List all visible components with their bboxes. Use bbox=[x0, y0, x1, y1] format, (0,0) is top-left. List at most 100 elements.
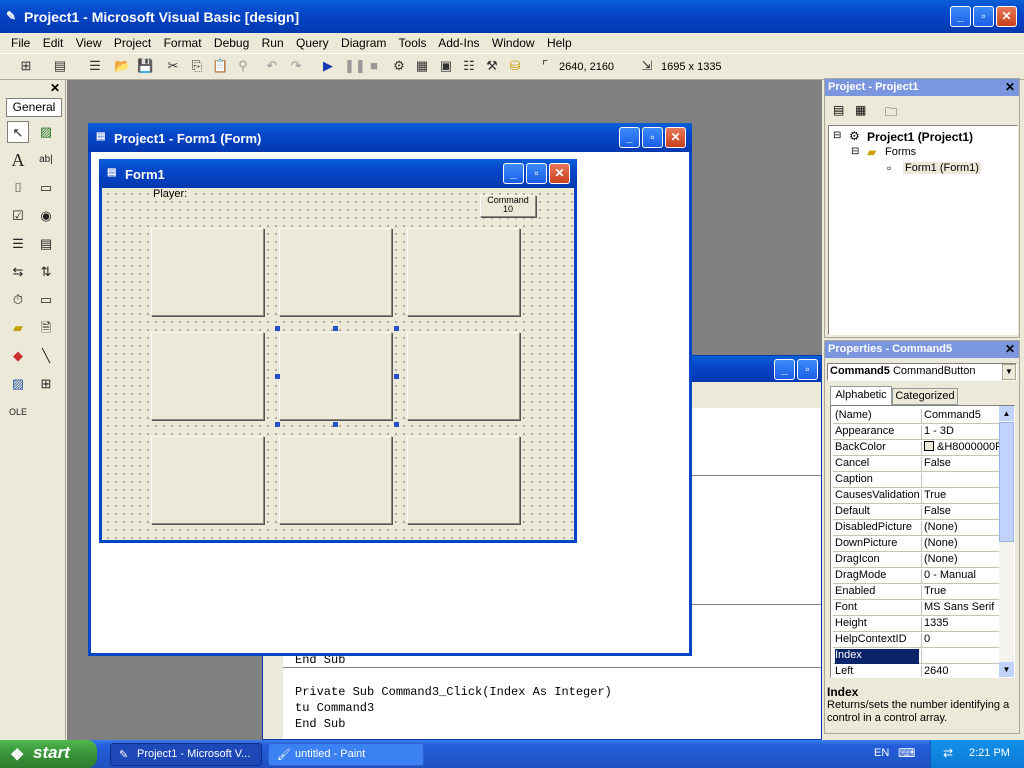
add-form-icon[interactable]: ▤ bbox=[52, 58, 68, 74]
data-icon[interactable]: ⊞ bbox=[35, 373, 57, 395]
property-value[interactable]: (None) bbox=[921, 537, 999, 552]
property-row[interactable]: BackColor &H8000000F bbox=[833, 440, 999, 456]
property-row[interactable]: Index bbox=[833, 648, 999, 664]
project-root[interactable]: Project1 (Project1) bbox=[867, 130, 973, 144]
form-designer-maximize-button[interactable]: ▫ bbox=[642, 127, 663, 148]
resize-handle[interactable] bbox=[275, 326, 280, 331]
save-icon[interactable]: 💾 bbox=[137, 58, 153, 74]
drivelistbox-icon[interactable]: ▭ bbox=[35, 289, 57, 311]
resize-handle[interactable] bbox=[394, 422, 399, 427]
menu-addins[interactable]: Add-Ins bbox=[438, 36, 479, 50]
grid-button-1[interactable] bbox=[151, 228, 264, 316]
property-row[interactable]: Default False bbox=[833, 504, 999, 520]
property-value[interactable]: 0 - Manual bbox=[921, 569, 999, 584]
form-designer-minimize-button[interactable]: _ bbox=[619, 127, 640, 148]
form1-close-button[interactable]: ✕ bbox=[549, 163, 570, 184]
grid-button-7[interactable] bbox=[151, 436, 264, 524]
combobox-icon[interactable]: ☰ bbox=[7, 233, 29, 255]
toolbox-tab-general[interactable]: General bbox=[6, 98, 62, 117]
menu-debug[interactable]: Debug bbox=[214, 36, 249, 50]
resize-handle[interactable] bbox=[333, 422, 338, 427]
view-code-icon[interactable]: ▤ bbox=[833, 103, 844, 117]
redo-icon[interactable]: ↷ bbox=[288, 58, 304, 74]
property-row[interactable]: Cancel False bbox=[833, 456, 999, 472]
break-icon[interactable]: ❚❚ bbox=[344, 58, 366, 74]
filelistbox-icon[interactable]: 🗎 bbox=[35, 317, 57, 339]
player-label[interactable]: Player: bbox=[151, 188, 190, 200]
menu-window[interactable]: Window bbox=[492, 36, 535, 50]
property-value[interactable]: (None) bbox=[921, 553, 999, 568]
chevron-down-icon[interactable]: ▼ bbox=[1002, 364, 1016, 380]
menu-diagram[interactable]: Diagram bbox=[341, 36, 386, 50]
property-value[interactable]: 1 - 3D bbox=[921, 425, 999, 440]
menu-format[interactable]: Format bbox=[164, 36, 202, 50]
ole-icon[interactable]: OLE bbox=[7, 401, 29, 423]
command10-button[interactable]: Command 10 bbox=[480, 195, 536, 217]
language-indicator[interactable]: EN bbox=[874, 747, 889, 759]
property-row[interactable]: Caption bbox=[833, 472, 999, 488]
property-row[interactable]: Height 1335 bbox=[833, 616, 999, 632]
listbox-icon[interactable]: ▤ bbox=[35, 233, 57, 255]
picturebox-icon[interactable]: ▨ bbox=[35, 121, 57, 143]
property-scrollbar[interactable]: ▲ ▼ bbox=[999, 406, 1014, 677]
menu-view[interactable]: View bbox=[76, 36, 102, 50]
find-icon[interactable]: ⚲ bbox=[235, 58, 251, 74]
frame-icon[interactable]: ⌷ bbox=[7, 177, 29, 199]
property-value[interactable] bbox=[921, 473, 999, 488]
tab-alphabetic[interactable]: Alphabetic bbox=[830, 386, 892, 405]
menu-help[interactable]: Help bbox=[547, 36, 572, 50]
property-row[interactable]: DragIcon (None) bbox=[833, 552, 999, 568]
project-explorer-icon[interactable]: ⚙ bbox=[391, 58, 407, 74]
start-icon[interactable]: ▶ bbox=[320, 58, 336, 74]
property-row[interactable]: Enabled True bbox=[833, 584, 999, 600]
forms-folder[interactable]: Forms bbox=[885, 146, 916, 158]
property-value[interactable]: 0 bbox=[921, 633, 999, 648]
paste-icon[interactable]: 📋 bbox=[212, 58, 228, 74]
property-value[interactable] bbox=[921, 649, 999, 664]
network-icon[interactable]: ⇄ bbox=[943, 746, 953, 760]
property-value[interactable]: 2640 bbox=[921, 665, 999, 677]
properties-window-icon[interactable]: ▦ bbox=[414, 58, 430, 74]
add-project-icon[interactable]: ⊞ bbox=[18, 58, 34, 74]
shape-icon[interactable]: ◆ bbox=[7, 345, 29, 367]
toolbox-close-icon[interactable]: ✕ bbox=[48, 81, 62, 95]
collapse-icon[interactable]: ⊟ bbox=[833, 130, 841, 141]
cut-icon[interactable]: ✂ bbox=[165, 58, 181, 74]
label-icon[interactable]: A bbox=[7, 149, 29, 171]
property-row[interactable]: DisabledPicture (None) bbox=[833, 520, 999, 536]
property-row[interactable]: DragMode 0 - Manual bbox=[833, 568, 999, 584]
form-layout-icon[interactable]: ▣ bbox=[438, 58, 454, 74]
grid-button-2[interactable] bbox=[279, 228, 392, 316]
scroll-thumb[interactable] bbox=[999, 422, 1014, 542]
copy-icon[interactable]: ⎘ bbox=[189, 58, 205, 74]
form1-maximize-button[interactable]: ▫ bbox=[526, 163, 547, 184]
property-value[interactable]: False bbox=[921, 505, 999, 520]
undo-icon[interactable]: ↶ bbox=[264, 58, 280, 74]
resize-handle[interactable] bbox=[394, 374, 399, 379]
vscrollbar-icon[interactable]: ⇅ bbox=[35, 261, 57, 283]
code-minimize-button[interactable]: _ bbox=[774, 359, 795, 380]
property-row[interactable]: (Name) Command5 bbox=[833, 408, 999, 424]
properties-close-icon[interactable]: ✕ bbox=[1005, 342, 1015, 356]
scroll-up-icon[interactable]: ▲ bbox=[999, 406, 1014, 421]
tab-categorized[interactable]: Categorized bbox=[892, 388, 958, 405]
object-browser-icon[interactable]: ☷ bbox=[461, 58, 477, 74]
taskbar-item-paint[interactable]: 🖌 untitled - Paint bbox=[268, 743, 424, 766]
hscrollbar-icon[interactable]: ⇆ bbox=[7, 261, 29, 283]
resize-handle[interactable] bbox=[275, 422, 280, 427]
project-explorer-close-icon[interactable]: ✕ bbox=[1005, 80, 1015, 94]
pointer-icon[interactable]: ↖ bbox=[7, 121, 29, 143]
property-row[interactable]: CausesValidation True bbox=[833, 488, 999, 504]
property-value[interactable]: Command5 bbox=[921, 409, 999, 424]
form1-canvas[interactable]: Player: Command 10 bbox=[102, 188, 574, 540]
property-value[interactable]: True bbox=[921, 585, 999, 600]
code-maximize-button[interactable]: ▫ bbox=[797, 359, 818, 380]
resize-handle[interactable] bbox=[333, 326, 338, 331]
checkbox-icon[interactable]: ☑ bbox=[7, 205, 29, 227]
menu-query[interactable]: Query bbox=[296, 36, 329, 50]
grid-button-4[interactable] bbox=[151, 332, 264, 420]
property-value[interactable]: &H8000000F bbox=[921, 441, 999, 456]
property-value[interactable]: MS Sans Serif bbox=[921, 601, 999, 616]
view-object-icon[interactable]: ▦ bbox=[855, 103, 866, 117]
form1-item[interactable]: Form1 (Form1) bbox=[903, 162, 981, 174]
